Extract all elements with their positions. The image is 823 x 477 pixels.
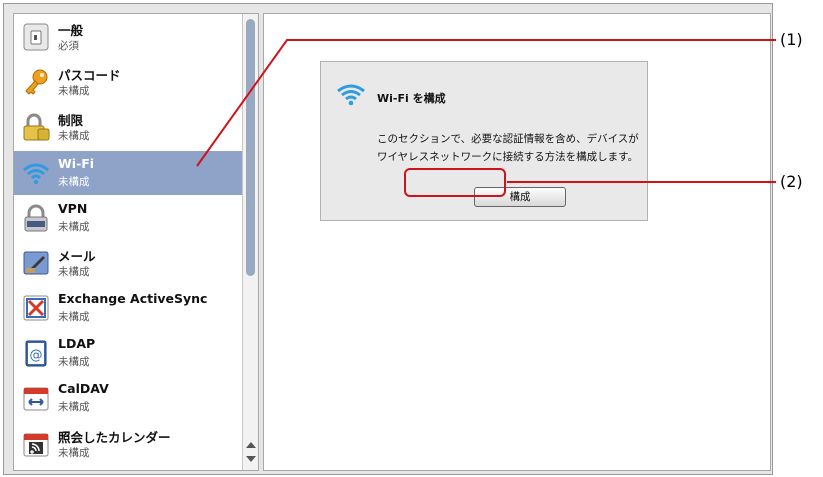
callout-1-leader xyxy=(196,39,776,167)
callout-1-label: (1) xyxy=(780,30,803,49)
callout-2-label: (2) xyxy=(780,172,803,191)
annotation-lines xyxy=(196,39,776,183)
